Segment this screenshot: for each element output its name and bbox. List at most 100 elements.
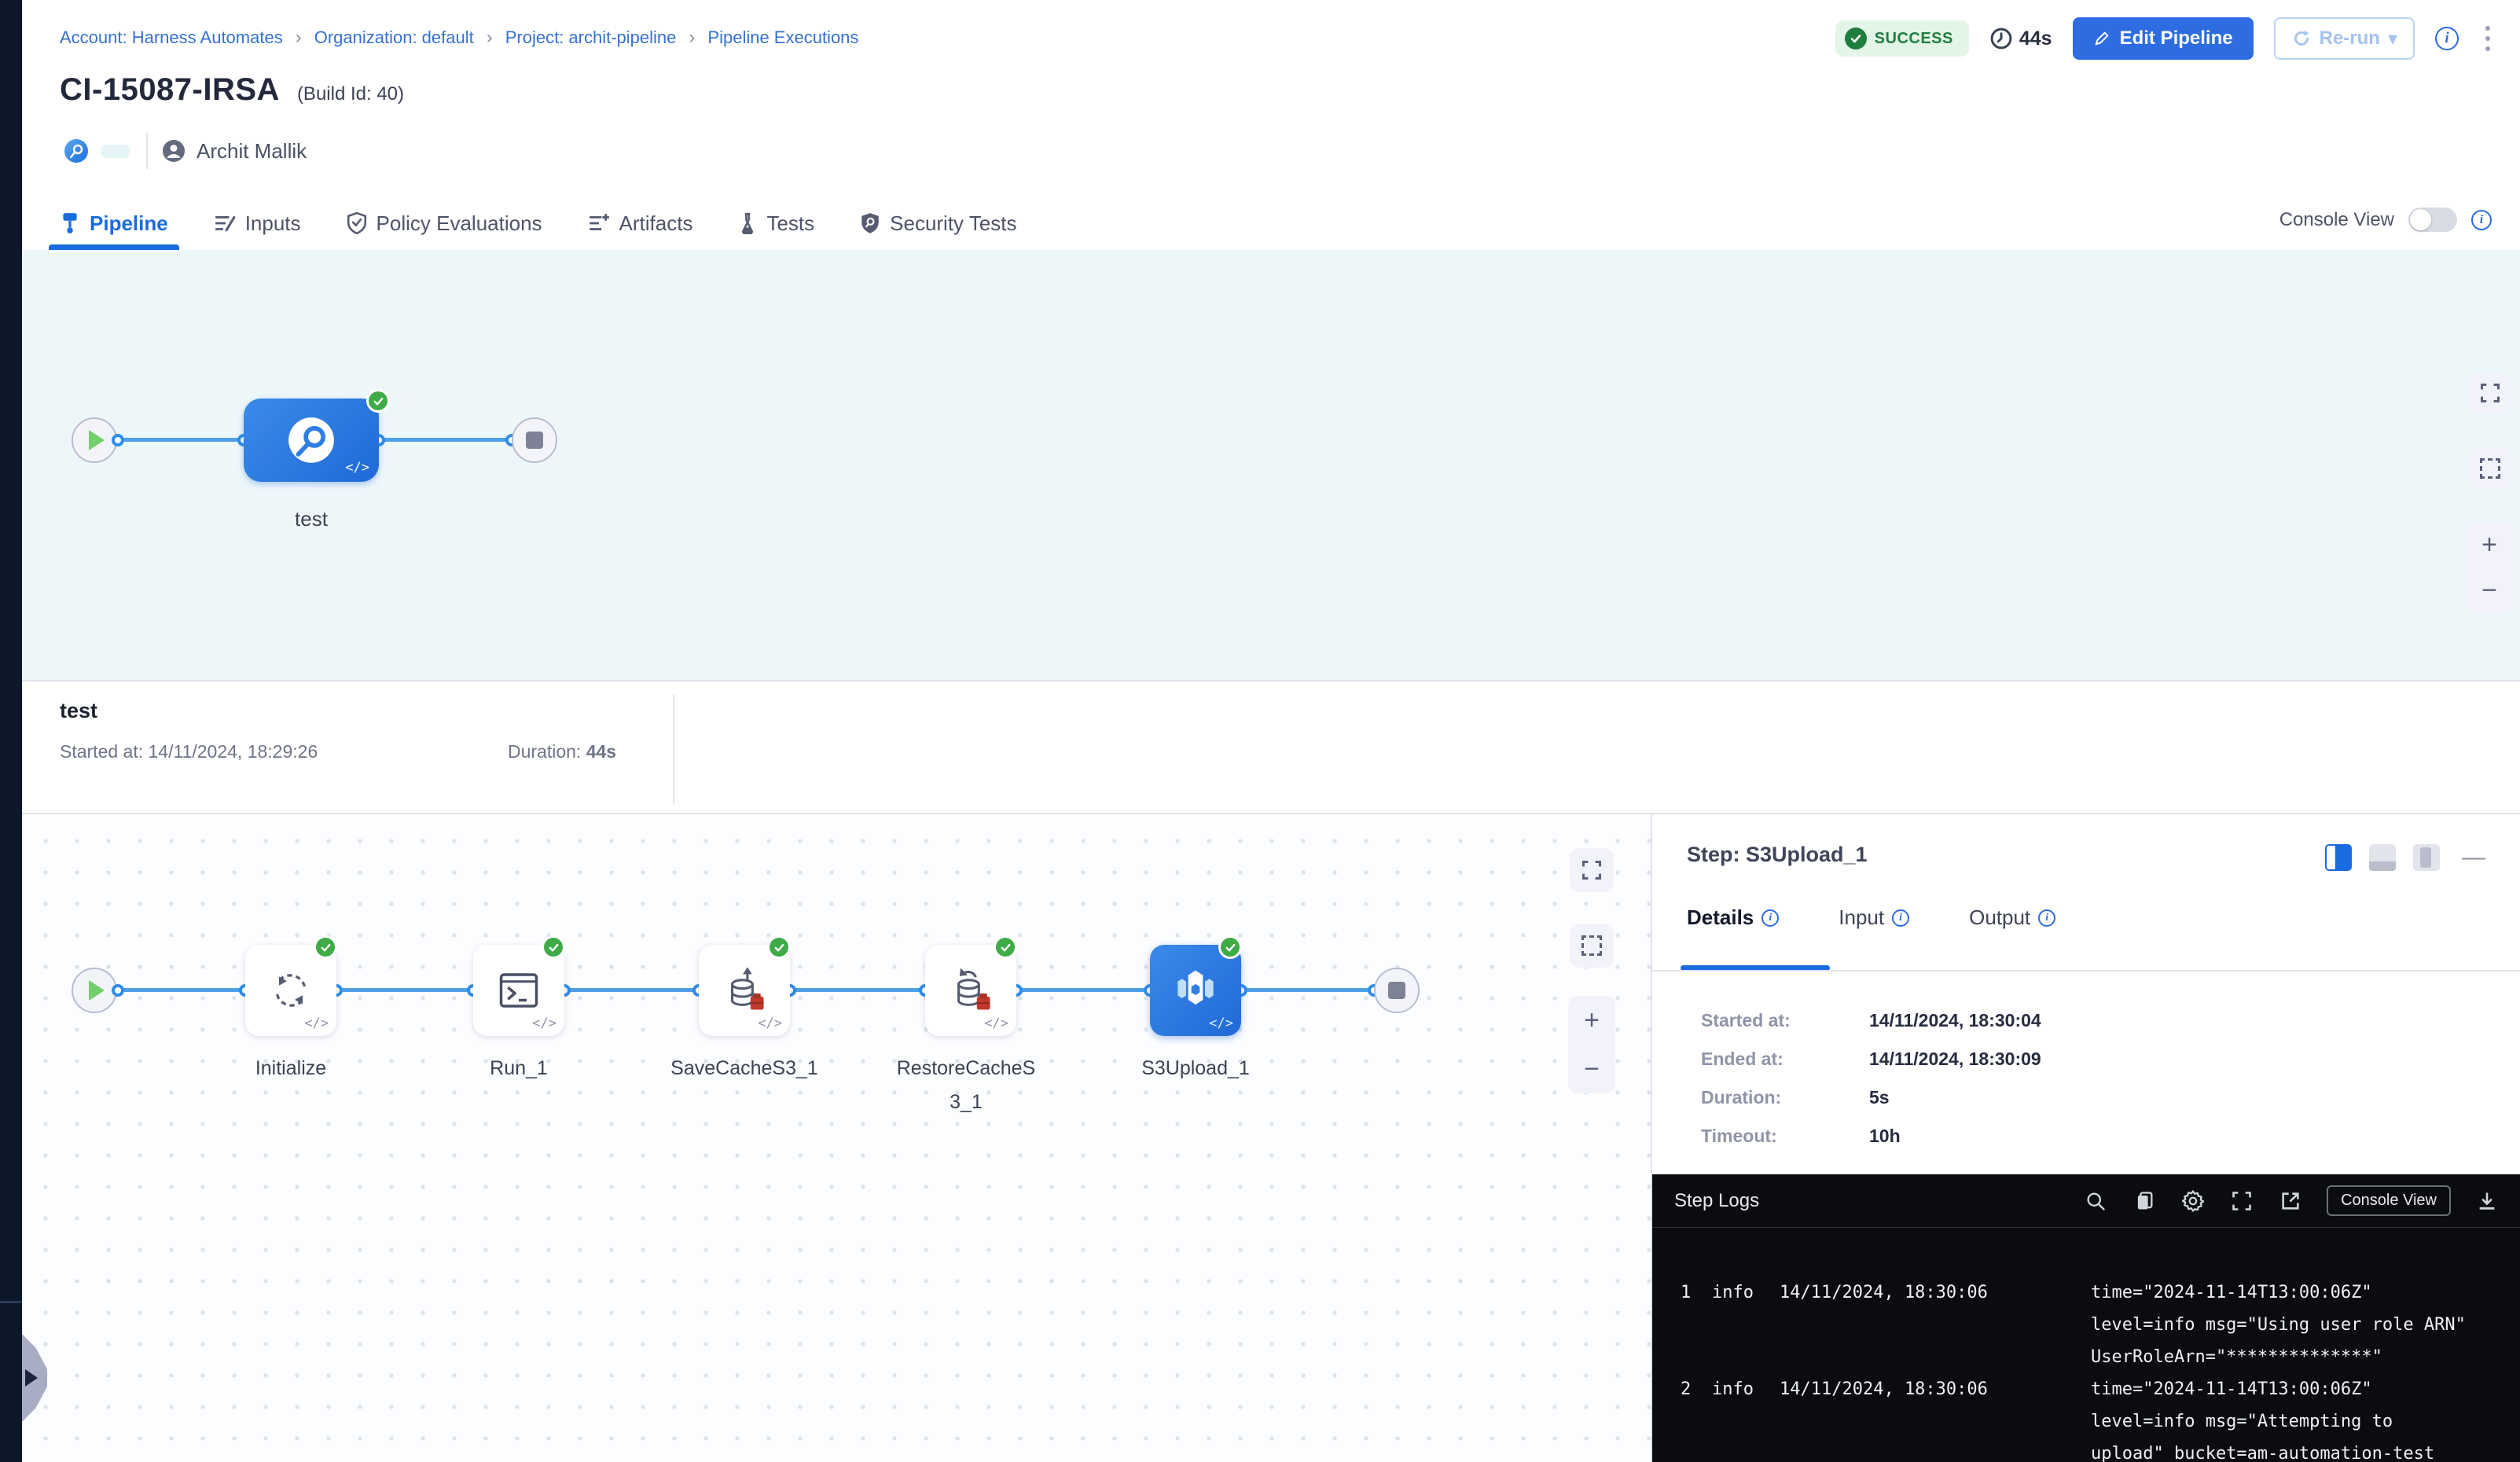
title-row: CI-15087-IRSA (Build Id: 40) [60,72,404,108]
layout-right-panel-icon[interactable] [2325,844,2352,871]
stage-graph-marquee-select-button[interactable] [2470,448,2511,489]
step-success-badge [542,935,565,959]
breadcrumb-pipeline-executions[interactable]: Pipeline Executions [707,28,858,48]
tab-policy-evaluations[interactable]: Policy Evaluations [347,197,542,250]
tab-output[interactable]: Output i [1969,905,2055,950]
stage-label[interactable]: test [264,507,358,531]
step-success-badge [1218,935,1242,959]
info-icon[interactable]: i [2435,27,2459,50]
run-terminal-icon [495,967,542,1014]
stage-summary-strip: test Started at: 14/11/2024, 18:29:26 Du… [22,681,2520,814]
output-info-icon[interactable]: i [2038,909,2055,927]
log-console-view-button[interactable]: Console View [2327,1185,2451,1216]
step-label-run-1[interactable]: Run_1 [444,1052,593,1085]
stage-graph-canvas[interactable]: </> test + − [22,250,2520,681]
page-title: CI-15087-IRSA [60,72,280,108]
marquee-select-icon [2480,458,2500,479]
log-level: info [1712,1373,1780,1462]
step-canvas-fullscreen-button[interactable] [1570,848,1614,892]
step-logs-panel: Step Logs [1652,1174,2520,1462]
stage-graph-fullscreen-button[interactable] [2470,373,2511,413]
breadcrumb-organization[interactable]: Organization: default [314,28,474,48]
tab-artifacts[interactable]: Artifacts [588,197,693,250]
log-line-number: 1 [1681,1276,1712,1373]
breadcrumb-project[interactable]: Project: archit-pipeline [505,28,677,48]
zoom-in-button[interactable]: + [1584,1007,1600,1034]
yaml-code-icon: </> [984,1016,1008,1031]
layout-bottom-panel-icon[interactable] [2369,844,2396,871]
more-options-kebab-icon[interactable] [2479,23,2496,54]
tab-security-tests[interactable]: Security Tests [860,197,1016,250]
restore-cache-s3-icon [946,966,995,1015]
stage-node-test[interactable]: </> [244,399,379,482]
execution-meta-row: Archit Mallik [64,134,307,168]
field-started-at: Started at:14/11/2024, 18:30:04 [1701,1001,2041,1040]
shield-search-icon [860,212,880,234]
tab-details-label: Details [1687,905,1754,930]
panel-minimize-button[interactable]: — [2462,846,2485,869]
step-logs-header: Step Logs [1652,1174,2520,1228]
step-graph-canvas[interactable]: </> Initialize </> Run_1 </> [22,814,1651,1462]
log-fullscreen-icon[interactable] [2229,1188,2254,1214]
step-logs-body[interactable]: 1 info 14/11/2024, 18:30:06 time="2024-1… [1681,1228,2514,1462]
step-label-restorecaches3-1[interactable]: RestoreCacheS3_1 [896,1052,1036,1119]
yaml-code-icon: </> [1209,1016,1233,1031]
refresh-icon [2291,28,2312,49]
meta-divider [146,133,148,169]
breadcrumb-account[interactable]: Account: Harness Automates [60,28,283,48]
steps-start-node[interactable] [72,968,117,1013]
step-label-initialize[interactable]: Initialize [216,1052,366,1085]
log-message: time="2024-11-14T13:00:06Z" level=info m… [2091,1276,2514,1373]
log-search-icon[interactable] [2083,1188,2108,1214]
tab-input[interactable]: Input i [1839,905,1909,950]
shield-check-icon [347,212,367,234]
details-info-icon[interactable]: i [1761,909,1779,927]
left-nav-rail [0,0,22,1462]
total-duration: 44s [1989,27,2052,50]
zoom-in-button[interactable]: + [2481,531,2497,558]
log-open-external-icon[interactable] [2278,1188,2303,1214]
layout-minimized-panel-icon[interactable] [2413,844,2440,871]
step-label-savecaches3-1[interactable]: SaveCacheS3_1 [670,1052,819,1085]
console-view-toggle[interactable] [2408,208,2457,232]
zoom-out-button[interactable]: − [1584,1056,1600,1082]
edge-connector [112,984,124,997]
list-plus-icon [588,213,610,233]
tab-inputs[interactable]: Inputs [214,197,301,250]
input-info-icon[interactable]: i [1892,909,1909,927]
log-entry: 2 info 14/11/2024, 18:30:06 time="2024-1… [1681,1373,2514,1462]
rerun-label: Re-run [2320,28,2380,50]
step-logs-tools: Console View [2083,1185,2500,1216]
fullscreen-icon [1581,859,1603,881]
step-canvas-marquee-select-button[interactable] [1570,924,1614,968]
flask-icon [738,212,757,234]
rerun-button[interactable]: Re-run ▾ [2274,17,2415,60]
tab-tests[interactable]: Tests [738,197,814,250]
edge [1016,988,1150,992]
execution-actions: SUCCESS 44s Edit Pipeline Re-run ▾ i [1835,17,2496,60]
edit-pipeline-button[interactable]: Edit Pipeline [2073,17,2254,60]
step-details-panel: Step: S3Upload_1 — Details i Input i Out… [1651,814,2520,1462]
console-view-info-icon[interactable]: i [2471,210,2492,230]
log-settings-gear-icon[interactable] [2180,1188,2206,1214]
execution-tabs: Pipeline Inputs Policy Evaluations Artif… [60,197,1017,250]
duration-value: 44s [2019,28,2052,50]
pipeline-end-node[interactable] [512,417,557,463]
tab-details[interactable]: Details i [1687,905,1779,950]
edge [1241,988,1374,992]
yaml-code-icon: </> [532,1016,557,1031]
status-badge: SUCCESS [1835,20,1969,57]
steps-end-node[interactable] [1374,968,1420,1013]
play-icon [89,430,105,450]
yaml-code-icon: </> [758,1016,782,1031]
zoom-out-button[interactable]: − [2481,577,2497,604]
tab-pipeline[interactable]: Pipeline [60,197,168,250]
chevron-right-icon: › [487,27,493,49]
log-download-icon[interactable] [2474,1188,2500,1214]
tab-pipeline-label: Pipeline [90,211,168,236]
triggered-by-user: Archit Mallik [197,139,307,163]
step-label-s3upload-1[interactable]: S3Upload_1 [1121,1052,1270,1085]
s3-upload-icon [1170,965,1221,1016]
pipeline-start-node[interactable] [72,417,117,463]
log-copy-icon[interactable] [2132,1188,2157,1214]
